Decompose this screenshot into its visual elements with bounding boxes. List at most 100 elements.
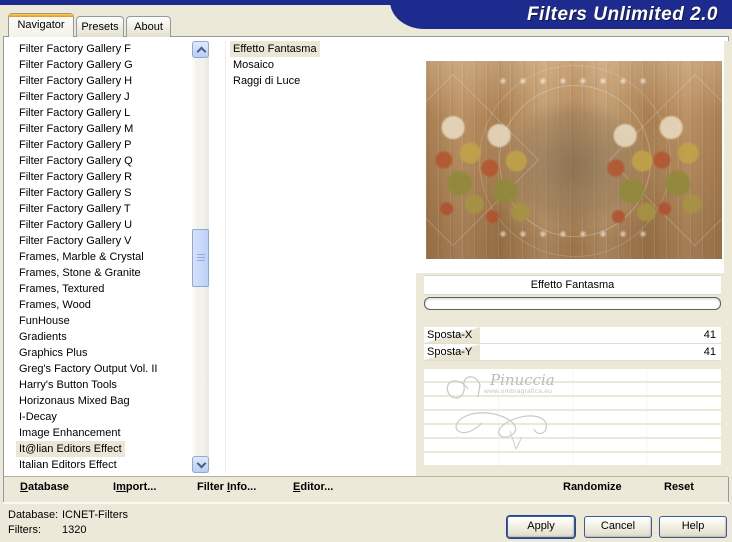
slider-sposta-x-label: Sposta-X bbox=[427, 329, 473, 341]
empty-parameter-row bbox=[424, 397, 721, 409]
category-list-item-label: Filter Factory Gallery Q bbox=[19, 155, 133, 167]
category-list-item-label: Filter Factory Gallery H bbox=[19, 75, 133, 87]
slider-sposta-y-value: 41 bbox=[703, 346, 716, 358]
status-database-label: Database: bbox=[8, 509, 59, 521]
cancel-button[interactable]: Cancel bbox=[584, 516, 652, 538]
tab-presets[interactable]: Presets bbox=[76, 16, 124, 37]
chevron-up-icon bbox=[196, 46, 207, 57]
filter-list-item[interactable]: Mosaico bbox=[226, 57, 414, 73]
scroll-up-button[interactable] bbox=[192, 41, 209, 58]
category-list-item-label: Filter Factory Gallery T bbox=[19, 203, 131, 215]
category-list-item-label: Filter Factory Gallery L bbox=[19, 107, 131, 119]
slider-sposta-x[interactable]: Sposta-X 41 bbox=[424, 327, 721, 344]
preview-panel: Effetto Fantasma Sposta-X 41 Sposta-Y 41 bbox=[416, 41, 729, 477]
apply-button[interactable]: Apply bbox=[507, 516, 575, 538]
chevron-down-icon bbox=[196, 458, 207, 469]
category-list-item[interactable]: Greg's Factory Output Vol. II bbox=[9, 361, 192, 377]
category-list-item[interactable]: Harry's Button Tools bbox=[9, 377, 192, 393]
category-list-item[interactable]: Filter Factory Gallery F bbox=[9, 41, 192, 57]
randomize-button[interactable]: Randomize bbox=[563, 481, 622, 493]
category-list-item-label: Greg's Factory Output Vol. II bbox=[19, 363, 158, 375]
filter-list-item-label: Mosaico bbox=[233, 59, 274, 71]
category-list-item-label: Frames, Textured bbox=[19, 283, 105, 295]
category-list-item[interactable]: Frames, Marble & Crystal bbox=[9, 249, 192, 265]
category-list-item[interactable]: Filter Factory Gallery H bbox=[9, 73, 192, 89]
category-list-item[interactable]: Filter Factory Gallery Q bbox=[9, 153, 192, 169]
category-list-item-label: Frames, Stone & Granite bbox=[19, 267, 141, 279]
category-list-item[interactable]: Filter Factory Gallery M bbox=[9, 121, 192, 137]
scroll-down-button[interactable] bbox=[192, 456, 209, 473]
category-list-item-label: Frames, Wood bbox=[19, 299, 91, 311]
empty-parameter-row bbox=[424, 411, 721, 423]
category-list-item-label: Filter Factory Gallery V bbox=[19, 235, 132, 247]
navigator-tab-page: Filter Factory Gallery F Filter Factory … bbox=[3, 36, 729, 502]
editor-button[interactable]: Editor... bbox=[293, 481, 333, 493]
category-list-scrollbar[interactable] bbox=[192, 41, 209, 473]
category-list-item[interactable]: Frames, Wood bbox=[9, 297, 192, 313]
filter-info-button[interactable]: Filter Info... bbox=[197, 481, 256, 493]
slider-sposta-x-value: 41 bbox=[703, 329, 716, 341]
status-database-value: ICNET-Filters bbox=[62, 509, 128, 521]
category-list-item-label: Filter Factory Gallery R bbox=[19, 171, 133, 183]
import-button[interactable]: Import... bbox=[113, 481, 156, 493]
category-list-item-label: Horizonaus Mixed Bag bbox=[19, 395, 130, 407]
category-list-item[interactable]: Horizonaus Mixed Bag bbox=[9, 393, 192, 409]
scrollbar-thumb[interactable] bbox=[192, 229, 209, 287]
tab-about-label: About bbox=[134, 21, 163, 33]
category-list-item-label: I-Decay bbox=[19, 411, 57, 423]
category-list-item-label: Filter Factory Gallery S bbox=[19, 187, 132, 199]
preview-motif-dots bbox=[494, 77, 654, 86]
category-list-item[interactable]: It@lian Editors Effect bbox=[9, 441, 192, 457]
category-list-item[interactable]: FunHouse bbox=[9, 313, 192, 329]
category-list-item[interactable]: Filter Factory Gallery U bbox=[9, 217, 192, 233]
preview-flower-cluster bbox=[650, 109, 716, 225]
database-button[interactable]: Database bbox=[20, 481, 69, 493]
category-list-item[interactable]: Filter Factory Gallery V bbox=[9, 233, 192, 249]
category-list-item[interactable]: Filter Factory Gallery S bbox=[9, 185, 192, 201]
category-list: Filter Factory Gallery F Filter Factory … bbox=[9, 41, 192, 473]
category-list-item[interactable]: Graphics Plus bbox=[9, 345, 192, 361]
category-list-item-label: Filter Factory Gallery F bbox=[19, 43, 131, 55]
status-database: Database: ICNET-Filters bbox=[8, 509, 128, 521]
category-list-item-label: Filter Factory Gallery J bbox=[19, 91, 130, 103]
category-list-item-label: Gradients bbox=[19, 331, 67, 343]
category-list-item[interactable]: Filter Factory Gallery T bbox=[9, 201, 192, 217]
empty-parameter-row bbox=[424, 369, 721, 381]
category-list-item[interactable]: Filter Factory Gallery P bbox=[9, 137, 192, 153]
progress-bar bbox=[424, 297, 721, 310]
filter-list-item-label: Raggi di Luce bbox=[233, 75, 301, 87]
category-list-item[interactable]: Filter Factory Gallery L bbox=[9, 105, 192, 121]
category-list-item-label: Filter Factory Gallery M bbox=[19, 123, 134, 135]
empty-parameter-row bbox=[424, 425, 721, 437]
filter-list-item[interactable]: Raggi di Luce bbox=[226, 73, 414, 89]
selected-filter-label-text: Effetto Fantasma bbox=[530, 279, 615, 291]
category-list-item[interactable]: Filter Factory Gallery R bbox=[9, 169, 192, 185]
filters-unlimited-window: Filters Unlimited 2.0 Navigator Presets … bbox=[0, 0, 732, 542]
help-button[interactable]: Help bbox=[659, 516, 727, 538]
filter-list-item[interactable]: Effetto Fantasma bbox=[226, 41, 414, 57]
status-filters-value: 1320 bbox=[62, 524, 87, 536]
app-title: Filters Unlimited 2.0 bbox=[526, 3, 718, 25]
tab-navigator[interactable]: Navigator bbox=[8, 13, 74, 37]
slider-sposta-y[interactable]: Sposta-Y 41 bbox=[424, 344, 721, 361]
category-list-item-label: Harry's Button Tools bbox=[19, 379, 117, 391]
reset-button[interactable]: Reset bbox=[664, 481, 694, 493]
category-list-item[interactable]: Gradients bbox=[9, 329, 192, 345]
tab-navigator-label: Navigator bbox=[17, 19, 65, 31]
preview-image bbox=[426, 61, 722, 259]
category-list-item[interactable]: Filter Factory Gallery J bbox=[9, 89, 192, 105]
category-list-item[interactable]: I-Decay bbox=[9, 409, 192, 425]
empty-parameter-row bbox=[424, 453, 721, 465]
empty-parameter-row bbox=[424, 439, 721, 451]
category-list-item[interactable]: Filter Factory Gallery G bbox=[9, 57, 192, 73]
tab-presets-label: Presets bbox=[81, 21, 119, 33]
tab-about[interactable]: About bbox=[126, 16, 171, 37]
category-list-item[interactable]: Italian Editors Effect bbox=[9, 457, 192, 473]
category-list-item[interactable]: Frames, Textured bbox=[9, 281, 192, 297]
category-list-item-label: Image Enhancement bbox=[19, 427, 121, 439]
selected-filter-label: Effetto Fantasma bbox=[424, 275, 721, 295]
category-list-item[interactable]: Frames, Stone & Granite bbox=[9, 265, 192, 281]
category-list-item-label: Filter Factory Gallery U bbox=[19, 219, 133, 231]
category-list-item[interactable]: Image Enhancement bbox=[9, 425, 192, 441]
category-list-item-label: Filter Factory Gallery G bbox=[19, 59, 133, 71]
